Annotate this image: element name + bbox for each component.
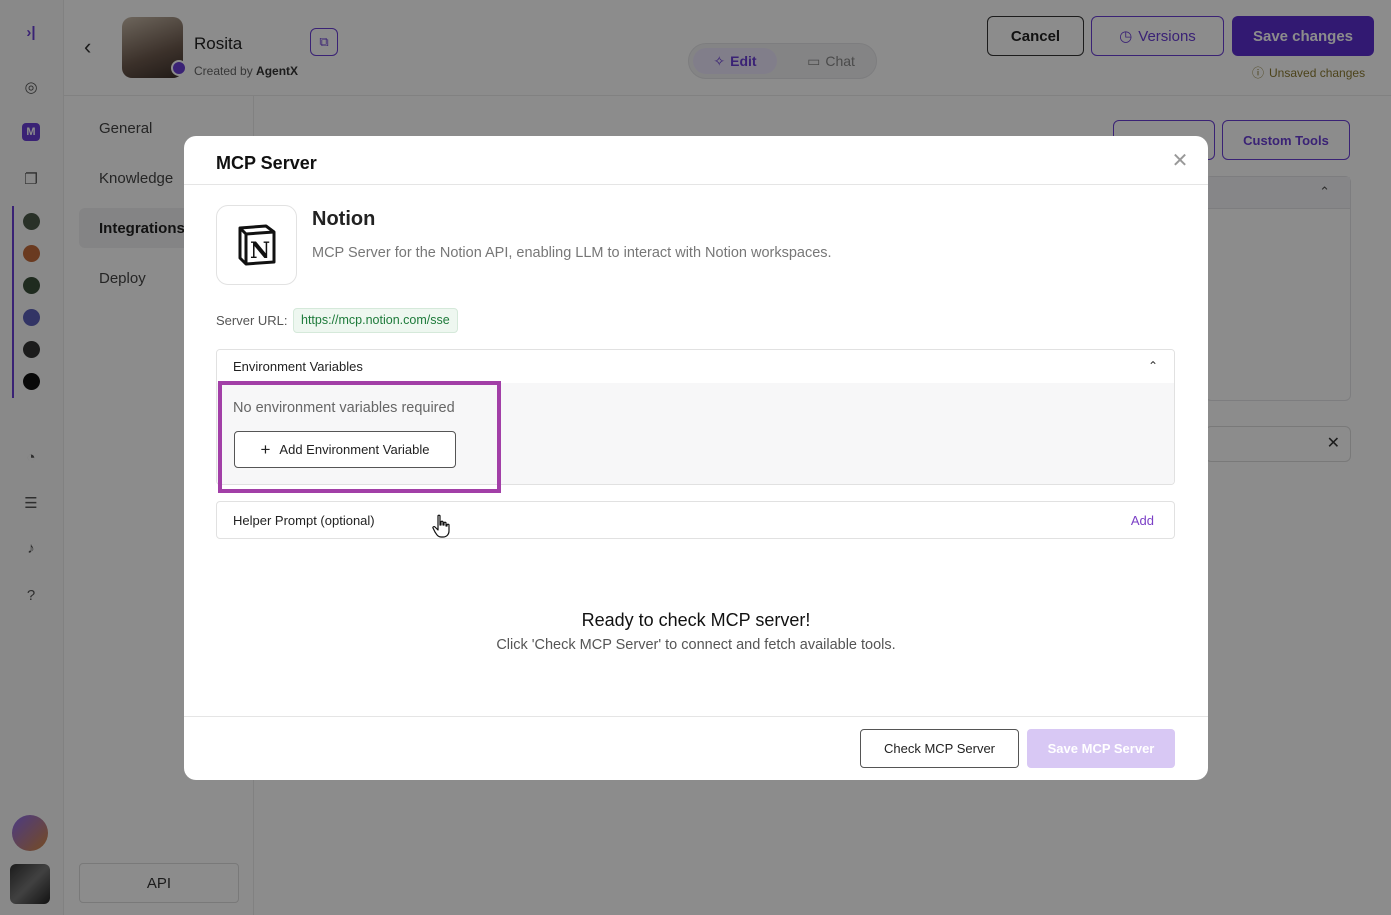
server-description: MCP Server for the Notion API, enabling … <box>312 245 832 261</box>
server-url-value: https://mcp.notion.com/sse <box>293 308 458 333</box>
server-url-label: Server URL: <box>216 313 288 328</box>
mcp-server-modal: MCP Server ✕ N Notion MCP Server for the… <box>184 136 1208 780</box>
server-name: Notion <box>312 208 376 230</box>
modal-title: MCP Server <box>216 153 317 173</box>
helper-prompt-add-link[interactable]: Add <box>1131 513 1154 528</box>
helper-prompt-section[interactable]: Helper Prompt (optional) Add <box>216 501 1175 539</box>
close-icon[interactable]: ✕ <box>1170 151 1190 171</box>
modal-footer: Check MCP Server Save MCP Server <box>184 716 1208 780</box>
env-variables-header[interactable]: Environment Variables ⌃ <box>217 350 1174 383</box>
helper-prompt-title: Helper Prompt (optional) <box>233 513 375 528</box>
env-variables-title: Environment Variables <box>233 359 363 374</box>
hand-cursor-icon <box>432 514 450 538</box>
notion-logo: N <box>216 205 297 285</box>
status-title: Ready to check MCP server! <box>581 610 811 630</box>
chevron-up-icon[interactable]: ⌃ <box>1148 350 1158 383</box>
notion-icon: N <box>238 224 275 266</box>
check-mcp-server-button[interactable]: Check MCP Server <box>860 729 1019 768</box>
modal-header: MCP Server ✕ <box>184 136 1208 185</box>
status-subtitle: Click 'Check MCP Server' to connect and … <box>496 637 896 653</box>
highlight-annotation <box>218 381 501 493</box>
save-mcp-server-button[interactable]: Save MCP Server <box>1027 729 1175 768</box>
logo-letter: N <box>249 238 269 264</box>
